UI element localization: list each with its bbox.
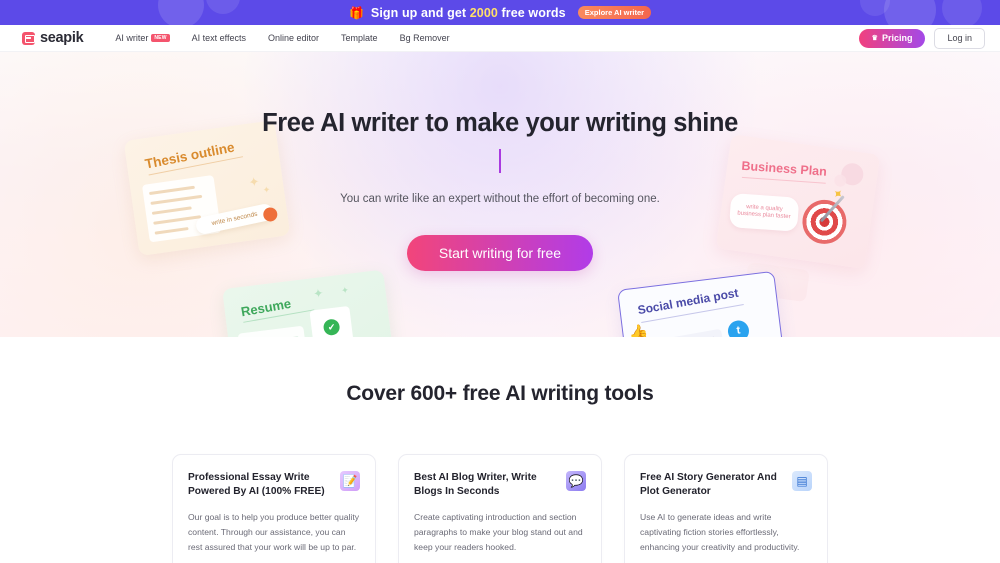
promo-text-before: Sign up and get [370,5,470,20]
pricing-button[interactable]: ♛ Pricing [858,28,926,48]
twitter-icon: t [726,319,751,337]
tools-section: Cover 600+ free AI writing tools Profess… [0,337,1000,563]
nav-item-label: Template [341,33,378,43]
nav-links: AI writer NEW AI text effects Online edi… [115,33,449,43]
card-header: Free AI Story Generator And Plot Generat… [640,471,812,499]
hero-section: Thesis outline ✦ ✦ write in seconds Resu… [0,52,1000,337]
illustration-card-resume: Resume ✦ ✦ ✔ automatically create the pe… [222,269,396,337]
banner-decor-circle [158,0,204,25]
nav-item-label: Bg Remover [399,33,450,43]
brand-name: seapik [40,30,84,46]
story-book-icon: ▤ [792,471,812,491]
start-writing-button[interactable]: Start writing for free [406,235,594,271]
nav-item-ai-writer[interactable]: AI writer NEW [115,33,170,43]
sparkle-icon: ✦ [312,286,325,302]
login-button[interactable]: Log in [934,27,985,49]
banner-decor-circle [206,0,240,14]
explore-ai-writer-button[interactable]: Explore AI writer [577,5,652,20]
thumbs-up-icon: 👍 [627,324,650,337]
social-caption-pill: make social copy more attractive [645,328,726,337]
nav-item-ai-text-effects[interactable]: AI text effects [192,33,246,43]
illustration-card-social-media: Social media post 👍 👍 make social copy m… [617,270,787,337]
tool-cards-row: Professional Essay Write Powered By AI (… [0,454,1000,563]
tool-card-blog-writer[interactable]: Best AI Blog Writer, Write Blogs In Seco… [398,454,602,563]
card-header: Professional Essay Write Powered By AI (… [188,471,360,499]
page-title: Free AI writer to make your writing shin… [262,109,738,137]
tool-card-title: Free AI Story Generator And Plot Generat… [640,472,777,498]
brand-logo[interactable]: seapik [22,30,84,46]
nav-item-template[interactable]: Template [341,33,378,43]
resume-card-title: Resume [239,295,293,320]
promo-content: 🎁 Sign up and get 2000 free words Explor… [348,5,652,20]
sparkle-icon: ✦ [340,284,350,296]
banner-decor-circle [884,0,936,25]
gift-icon: 🎁 [348,5,364,20]
landing-page: 🎁 Sign up and get 2000 free words Explor… [0,0,1000,563]
tool-card-description: Use AI to generate ideas and write capti… [640,512,800,552]
tool-card-title: Professional Essay Write Powered By AI (… [188,472,325,498]
nav-item-label: Online editor [268,33,320,43]
tool-card-description: Our goal is to help you produce better q… [188,512,360,552]
promo-text-after: free words [497,5,566,20]
seapik-logo-icon [22,31,35,45]
social-card-title: Social media post [636,285,740,318]
tool-card-story-generator[interactable]: Free AI Story Generator And Plot Generat… [624,454,828,563]
nav-item-label: AI writer [115,33,149,43]
promo-word-count: 2000 [469,5,498,20]
essay-write-icon: 📝 [340,471,360,491]
tools-heading: Cover 600+ free AI writing tools [346,382,654,405]
tool-card-essay-writer[interactable]: Professional Essay Write Powered By AI (… [172,454,376,563]
top-navigation: seapik AI writer NEW AI text effects Onl… [0,25,1000,52]
banner-decor-circle [942,0,982,25]
blog-chat-icon: 💬 [566,471,586,491]
tool-card-description: Create captivating introduction and sect… [414,512,583,552]
new-badge: NEW [151,34,170,42]
nav-item-bg-remover[interactable]: Bg Remover [400,33,450,43]
promo-banner: 🎁 Sign up and get 2000 free words Explor… [0,0,1000,25]
hero-content: Free AI writer to make your writing shin… [0,52,1000,271]
resume-doc [237,325,310,337]
nav-item-label: AI text effects [191,33,246,43]
tool-card-title: Best AI Blog Writer, Write Blogs In Seco… [414,472,537,498]
nav-item-online-editor[interactable]: Online editor [268,33,319,43]
card-header: Best AI Blog Writer, Write Blogs In Seco… [414,471,586,499]
pricing-label: Pricing [881,32,913,43]
hero-subtitle: You can write like an expert without the… [340,193,660,205]
typing-cursor [499,149,501,173]
promo-text: Sign up and get 2000 free words [371,6,566,20]
crown-icon: ♛ [871,34,878,42]
nav-actions: ♛ Pricing Log in [858,27,985,49]
